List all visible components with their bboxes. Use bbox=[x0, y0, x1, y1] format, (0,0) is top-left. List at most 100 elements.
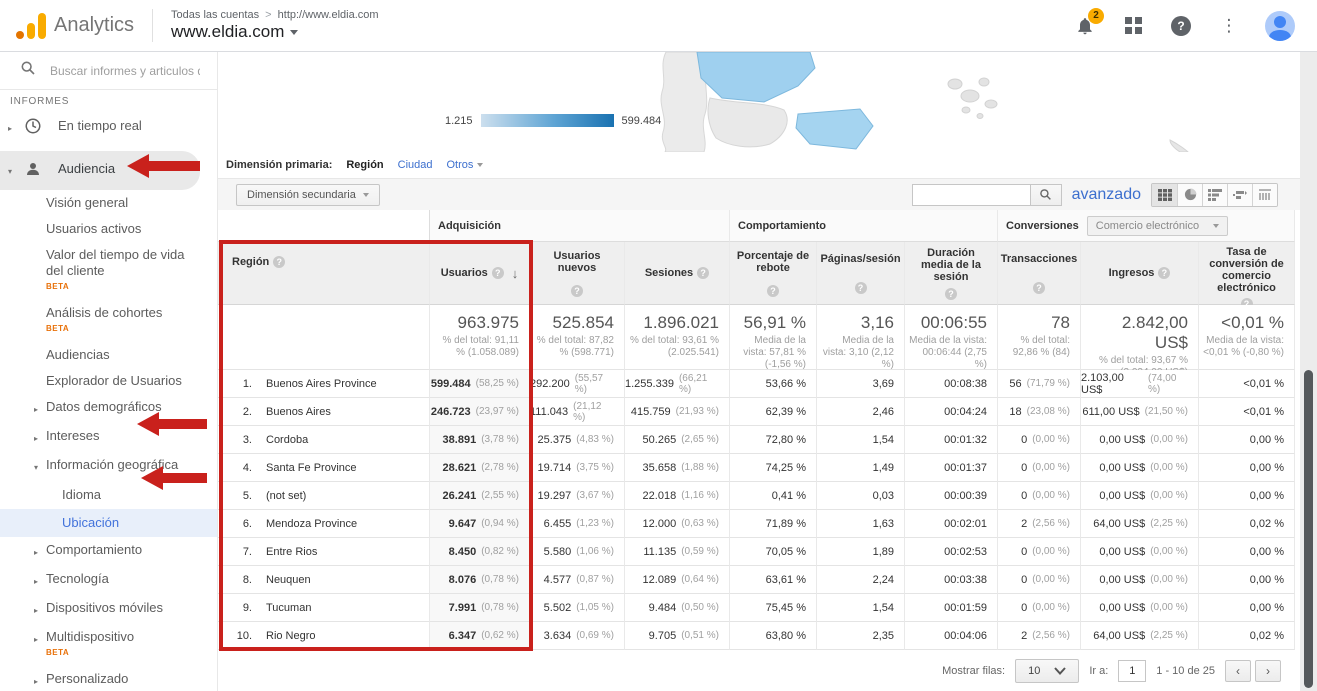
region-name[interactable]: Rio Negro bbox=[266, 630, 316, 642]
chevron-right-icon[interactable]: ▸ bbox=[34, 674, 44, 690]
table-view-icon[interactable] bbox=[1152, 184, 1177, 206]
sidebar-item-vision-general[interactable]: Visión general bbox=[0, 190, 217, 216]
region-name[interactable]: (not set) bbox=[266, 490, 306, 502]
notifications-bell-icon[interactable]: 2 bbox=[1073, 14, 1097, 38]
help-tooltip-icon[interactable]: ? bbox=[767, 285, 779, 297]
sidebar-item-idioma[interactable]: Idioma bbox=[0, 481, 217, 509]
help-tooltip-icon[interactable]: ? bbox=[1033, 282, 1045, 294]
region-cell[interactable]: 10.Rio Negro bbox=[218, 622, 430, 650]
search-input[interactable] bbox=[50, 64, 200, 78]
table-search-input[interactable] bbox=[912, 184, 1030, 206]
performance-view-icon[interactable] bbox=[1202, 184, 1227, 206]
help-tooltip-icon[interactable]: ? bbox=[697, 267, 709, 279]
chevron-right-icon[interactable]: ▸ bbox=[34, 574, 44, 590]
help-tooltip-icon[interactable]: ? bbox=[273, 256, 285, 268]
sidebar-item-en-tiempo-real[interactable]: ▸En tiempo real bbox=[0, 108, 217, 147]
chevron-right-icon[interactable]: ▸ bbox=[34, 402, 44, 418]
help-tooltip-icon[interactable]: ? bbox=[492, 267, 504, 279]
col-header-transactions[interactable]: Transacciones? bbox=[998, 242, 1081, 305]
region-cell[interactable]: 7.Entre Rios bbox=[218, 538, 430, 566]
col-header-pages-session[interactable]: Páginas/sesión? bbox=[817, 242, 905, 305]
more-menu-icon[interactable]: ⋮ bbox=[1217, 14, 1241, 38]
dimension-city-tab[interactable]: Ciudad bbox=[398, 159, 433, 171]
map-region-highlight-south[interactable] bbox=[796, 109, 873, 149]
rows-per-page-dropdown[interactable]: 10 bbox=[1015, 659, 1079, 683]
conversions-type-dropdown[interactable]: Comercio electrónico bbox=[1087, 216, 1228, 236]
chevron-right-icon[interactable]: ▸ bbox=[34, 431, 44, 447]
region-cell[interactable]: 1.Buenos Aires Province bbox=[218, 370, 430, 398]
col-header-region[interactable]: Región? bbox=[218, 242, 430, 305]
region-name[interactable]: Buenos Aires Province bbox=[266, 378, 377, 390]
chevron-down-icon[interactable]: ▾ bbox=[8, 164, 18, 180]
breadcrumb[interactable]: Todas las cuentas > http://www.eldia.com bbox=[171, 9, 379, 21]
chevron-right-icon[interactable]: ▸ bbox=[34, 545, 44, 561]
prev-page-button[interactable]: ‹ bbox=[1225, 660, 1251, 682]
sidebar-item-intereses[interactable]: ▸Intereses bbox=[0, 423, 217, 452]
dimension-other-tab[interactable]: Otros bbox=[447, 159, 484, 171]
region-cell[interactable]: 3.Cordoba bbox=[218, 426, 430, 454]
chevron-right-icon[interactable]: ▸ bbox=[34, 603, 44, 619]
region-name[interactable]: Tucuman bbox=[266, 602, 311, 614]
sidebar-item-valor-del-tiempo-de-vida-del-cliente[interactable]: Valor del tiempo de vida del clienteBETA bbox=[0, 242, 217, 300]
col-header-revenue[interactable]: Ingresos? bbox=[1081, 242, 1199, 305]
help-icon[interactable]: ? bbox=[1169, 14, 1193, 38]
comparison-view-icon[interactable] bbox=[1227, 184, 1252, 206]
sidebar-item-label: Tecnología bbox=[46, 571, 109, 587]
col-header-users[interactable]: Usuarios?↓ bbox=[430, 242, 530, 305]
apps-grid-icon[interactable] bbox=[1121, 14, 1145, 38]
sidebar-item-analisis-de-cohortes[interactable]: Análisis de cohortesBETA bbox=[0, 300, 217, 342]
help-tooltip-icon[interactable]: ? bbox=[945, 288, 957, 300]
region-name[interactable]: Cordoba bbox=[266, 434, 308, 446]
region-name[interactable]: Entre Rios bbox=[266, 546, 317, 558]
advanced-search-link[interactable]: avanzado bbox=[1072, 186, 1141, 204]
sidebar-item-dispositivos-moviles[interactable]: ▸Dispositivos móviles bbox=[0, 595, 217, 624]
secondary-dimension-button[interactable]: Dimensión secundaria bbox=[236, 184, 380, 206]
next-page-button[interactable]: › bbox=[1255, 660, 1281, 682]
sidebar-item-informacion-geografica[interactable]: ▾Información geográfica bbox=[0, 452, 217, 481]
sidebar-item-audiencia[interactable]: ▾Audiencia bbox=[0, 151, 200, 190]
sidebar-item-personalizado[interactable]: ▸Personalizado bbox=[0, 666, 217, 691]
sidebar-item-comportamiento[interactable]: ▸Comportamiento bbox=[0, 537, 217, 566]
sidebar-item-usuarios-activos[interactable]: Usuarios activos bbox=[0, 216, 217, 242]
help-tooltip-icon[interactable]: ? bbox=[855, 282, 867, 294]
col-header-ecommerce-rate[interactable]: Tasa de conversión de comercio electróni… bbox=[1199, 242, 1295, 305]
region-cell[interactable]: 9.Tucuman bbox=[218, 594, 430, 622]
region-cell[interactable]: 4.Santa Fe Province bbox=[218, 454, 430, 482]
region-name[interactable]: Mendoza Province bbox=[266, 518, 357, 530]
sidebar-item-tecnologia[interactable]: ▸Tecnología bbox=[0, 566, 217, 595]
map-canvas[interactable] bbox=[218, 52, 1300, 152]
col-header-bounce-rate[interactable]: Porcentaje de rebote? bbox=[730, 242, 817, 305]
region-cell[interactable]: 5.(not set) bbox=[218, 482, 430, 510]
region-cell[interactable]: 8.Neuquen bbox=[218, 566, 430, 594]
table-search-button[interactable] bbox=[1030, 184, 1062, 206]
account-selector[interactable]: www.eldia.com bbox=[171, 22, 379, 42]
sidebar-item-audiencias[interactable]: Audiencias bbox=[0, 342, 217, 368]
region-name[interactable]: Buenos Aires bbox=[266, 406, 331, 418]
chevron-right-icon[interactable]: ▸ bbox=[34, 632, 44, 648]
map-region-highlight-north[interactable] bbox=[697, 52, 815, 102]
percentage-view-icon[interactable] bbox=[1177, 184, 1202, 206]
col-header-new-users[interactable]: Usuarios nuevos? bbox=[530, 242, 625, 305]
goto-page-input[interactable] bbox=[1118, 660, 1146, 682]
region-name[interactable]: Neuquen bbox=[266, 574, 311, 586]
sidebar-search[interactable] bbox=[0, 52, 217, 90]
dimension-region-tab[interactable]: Región bbox=[346, 159, 383, 171]
sidebar-item-datos-demograficos[interactable]: ▸Datos demográficos bbox=[0, 394, 217, 423]
sidebar-item-multidispositivo[interactable]: ▸MultidispositivoBETA bbox=[0, 624, 217, 666]
chevron-down-icon[interactable]: ▾ bbox=[34, 460, 44, 476]
col-header-sessions[interactable]: Sesiones? bbox=[625, 242, 730, 305]
help-tooltip-icon[interactable]: ? bbox=[1158, 267, 1170, 279]
user-avatar[interactable] bbox=[1265, 11, 1295, 41]
map-islands bbox=[948, 78, 997, 119]
sidebar-item-explorador-de-usuarios[interactable]: Explorador de Usuarios bbox=[0, 368, 217, 394]
region-name[interactable]: Santa Fe Province bbox=[266, 462, 357, 474]
pivot-view-icon[interactable] bbox=[1252, 184, 1277, 206]
region-cell[interactable]: 6.Mendoza Province bbox=[218, 510, 430, 538]
help-tooltip-icon[interactable]: ? bbox=[571, 285, 583, 297]
col-header-avg-duration[interactable]: Duración media de la sesión? bbox=[905, 242, 998, 305]
vertical-scrollbar[interactable] bbox=[1300, 52, 1317, 691]
scrollbar-thumb[interactable] bbox=[1304, 370, 1313, 688]
region-cell[interactable]: 2.Buenos Aires bbox=[218, 398, 430, 426]
sidebar-item-ubicacion[interactable]: Ubicación bbox=[0, 509, 217, 537]
chevron-right-icon[interactable]: ▸ bbox=[8, 121, 18, 137]
